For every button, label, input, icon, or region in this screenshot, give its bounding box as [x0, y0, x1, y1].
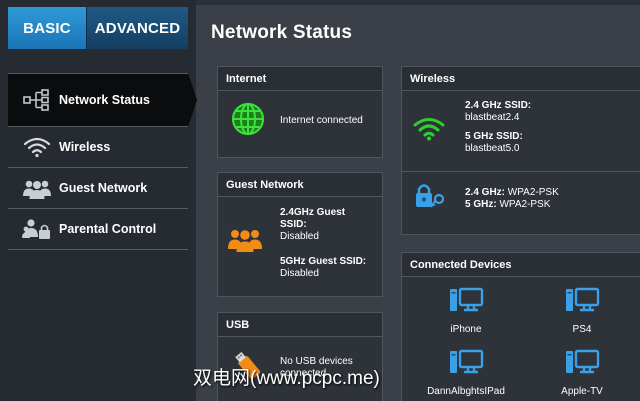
sidebar-item-parental-control[interactable]: Parental Control	[8, 209, 188, 250]
wifi-icon	[19, 134, 55, 160]
device-name: iPhone	[450, 324, 482, 335]
device-item[interactable]: DannAlbghtsIPad	[416, 349, 516, 397]
guest-users-orange-icon	[227, 225, 263, 258]
sidebar-item-wireless[interactable]: Wireless	[8, 127, 188, 168]
guest-5-ssid: 5GHz Guest SSID: Disabled	[280, 256, 366, 280]
network-tree-icon	[19, 87, 55, 113]
globe-icon	[230, 101, 266, 142]
wireless-5-ssid-value: blastbeat5.0	[465, 143, 520, 154]
desktop-computer-icon	[450, 349, 484, 374]
guest-24-ssid: 2.4GHz Guest SSID: Disabled	[280, 207, 345, 243]
parental-lock-icon	[19, 216, 55, 242]
device-name: PS4	[572, 324, 592, 335]
internet-status: Internet connected	[280, 115, 363, 126]
device-name: DannAlbghtsIPad	[427, 386, 505, 397]
left-navigation: BASIC ADVANCED Network Status Wireless G…	[0, 0, 196, 401]
guest-network-panel: Guest Network 2.4GHz Guest SSID: Disable…	[217, 172, 383, 297]
sidebar-item-label: Guest Network	[59, 181, 148, 195]
wireless-security-info: 2.4 GHz: WPA2-PSK 5 GHz: WPA2-PSK	[465, 187, 559, 211]
device-item[interactable]: PS4	[532, 287, 632, 335]
device-item[interactable]: Apple-TV	[532, 349, 632, 397]
sidebar-item-label: Parental Control	[59, 222, 157, 236]
wireless-24-sec-label: 2.4 GHz:	[465, 187, 506, 198]
guest-24-ssid-value: Disabled	[280, 231, 319, 242]
tab-basic[interactable]: BASIC	[8, 7, 86, 49]
wireless-5-ssid-label: 5 GHz SSID:	[465, 131, 523, 142]
sidebar: Network Status Wireless Guest Network Pa…	[8, 73, 188, 250]
guest-5-ssid-label: 5GHz Guest SSID:	[280, 256, 367, 267]
wireless-24-sec-value: WPA2-PSK	[507, 187, 559, 198]
usb-panel-title: USB	[218, 313, 382, 337]
internet-panel-title: Internet	[218, 67, 382, 91]
guest-5-ssid-value: Disabled	[280, 268, 319, 279]
guest-panel-title: Guest Network	[218, 173, 382, 197]
page-title: Network Status	[211, 22, 353, 43]
connected-devices-panel: Connected Devices iPhone PS4 DannAlbghts…	[401, 252, 640, 401]
internet-panel: Internet Internet connected	[217, 66, 383, 158]
device-item[interactable]: iPhone	[416, 287, 516, 335]
sidebar-item-label: Wireless	[59, 140, 111, 154]
guest-users-icon	[19, 175, 55, 201]
mode-tabs: BASIC ADVANCED	[8, 7, 188, 49]
wireless-ssid-info: 2.4 GHz SSID: blastbeat2.4 5 GHz SSID: b…	[465, 100, 531, 155]
wireless-5-sec-label: 5 GHz:	[465, 199, 497, 210]
wifi-green-icon	[412, 117, 446, 146]
sidebar-item-network-status[interactable]: Network Status	[8, 74, 188, 127]
lock-key-icon	[412, 181, 448, 216]
devices-panel-title: Connected Devices	[402, 253, 640, 277]
wireless-24-ssid-label: 2.4 GHz SSID:	[465, 100, 532, 111]
top-divider	[196, 0, 640, 5]
wireless-24-ssid-value: blastbeat2.4	[465, 112, 520, 123]
device-name: Apple-TV	[561, 386, 603, 397]
wireless-divider	[402, 171, 640, 172]
desktop-computer-icon	[450, 287, 484, 312]
wireless-panel: Wireless 2.4 GHz SSID: blastbeat2.4 5 GH…	[401, 66, 640, 235]
desktop-computer-icon	[566, 349, 600, 374]
tab-advanced[interactable]: ADVANCED	[86, 7, 188, 49]
wireless-panel-title: Wireless	[402, 67, 640, 91]
guest-24-ssid-label-2: SSID:	[280, 219, 307, 230]
wireless-5-sec-value: WPA2-PSK	[499, 199, 551, 210]
sidebar-item-guest-network[interactable]: Guest Network	[8, 168, 188, 209]
sidebar-item-label: Network Status	[59, 93, 150, 107]
guest-24-ssid-label-1: 2.4GHz Guest	[280, 207, 346, 218]
watermark: 双电网(www.pcpc.me)	[193, 368, 380, 389]
desktop-computer-icon	[566, 287, 600, 312]
